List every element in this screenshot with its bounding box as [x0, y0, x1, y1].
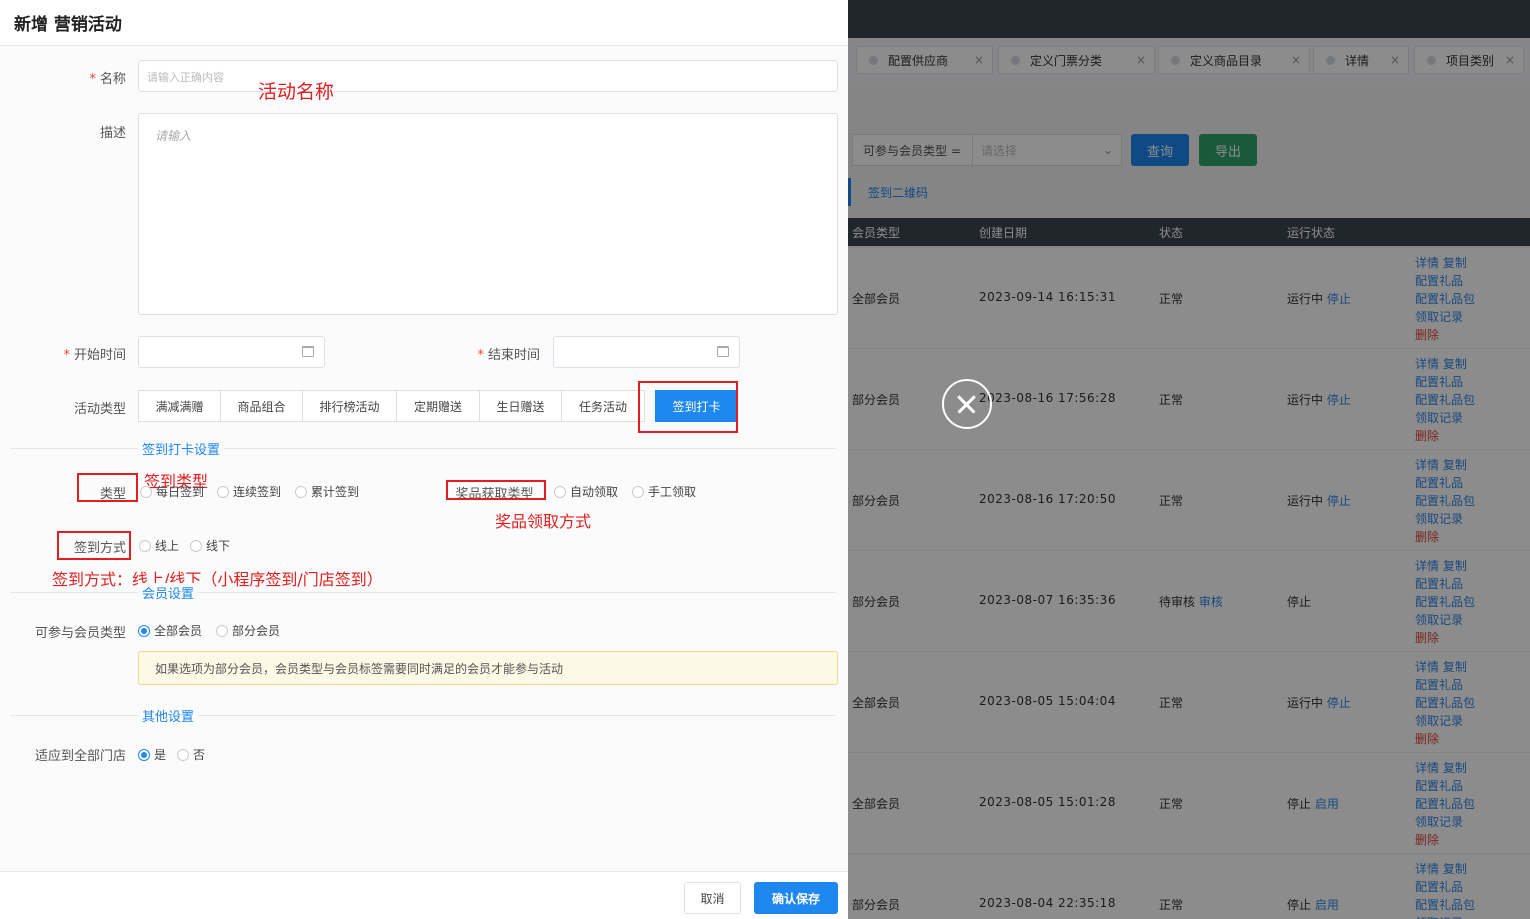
radio-circle — [216, 624, 228, 637]
radio-circle — [140, 485, 152, 498]
highlight-box-checkin — [638, 381, 738, 433]
all-stores-label: 适应到全部门店 — [34, 749, 126, 764]
name-input[interactable]: 请输入正确内容 — [138, 60, 838, 92]
radio-circle — [554, 485, 566, 498]
section-other: 其他设置 — [10, 706, 836, 725]
cancel-button[interactable]: 取消 — [684, 882, 741, 914]
section-checkin: 签到打卡设置 — [10, 439, 836, 458]
checkin-type-option-label: 累计签到 — [311, 485, 360, 499]
checkin-method-option-label: 线下 — [206, 539, 231, 553]
highlight-box-type — [77, 473, 138, 502]
radio-circle — [217, 485, 229, 498]
all-stores-option[interactable]: 否 — [177, 746, 205, 763]
checkin-type-option[interactable]: 累计签到 — [295, 483, 359, 500]
description-label: 描述 — [99, 126, 126, 141]
name-label: * 名称 — [89, 72, 126, 87]
member-type-option[interactable]: 部分会员 — [216, 622, 280, 639]
radio-circle — [138, 748, 150, 761]
member-type-option-label: 全部会员 — [154, 624, 203, 638]
radio-circle — [177, 748, 189, 761]
checkin-type-option-label: 每日签到 — [156, 485, 205, 499]
all-stores-option-label: 是 — [154, 748, 167, 762]
annotation-name: 活动名称 — [258, 81, 335, 103]
annotation-prize: 奖品领取方式 — [495, 512, 592, 531]
calendar-icon — [302, 346, 314, 357]
section-member: 会员设置 — [10, 583, 836, 602]
prize-type-option-label: 手工领取 — [648, 485, 697, 499]
prize-type-option[interactable]: 手工领取 — [632, 483, 696, 500]
end-time-label: * 结束时间 — [477, 348, 540, 363]
activity-type-option[interactable]: 商品组合 — [220, 390, 303, 422]
checkin-type-option[interactable]: 每日签到 — [140, 483, 204, 500]
activity-type-label: 活动类型 — [73, 402, 126, 417]
all-stores-option[interactable]: 是 — [138, 746, 166, 763]
start-time-label: * 开始时间 — [63, 348, 126, 363]
member-type-option-label: 部分会员 — [232, 624, 281, 638]
checkin-type-option-label: 连续签到 — [233, 485, 282, 499]
activity-type-option[interactable]: 满减满赠 — [138, 390, 221, 422]
save-button[interactable]: 确认保存 — [754, 882, 838, 914]
activity-type-option[interactable]: 排行榜活动 — [302, 390, 397, 422]
modal-overlay[interactable] — [848, 0, 1530, 919]
activity-type-option[interactable]: 定期赠送 — [396, 390, 480, 422]
activity-type-option[interactable]: 任务活动 — [561, 390, 645, 422]
radio-circle — [139, 539, 151, 552]
all-stores-option-label: 否 — [193, 748, 206, 762]
member-type-label: 可参与会员类型 — [34, 626, 126, 641]
member-type-option[interactable]: 全部会员 — [138, 622, 202, 639]
end-time-picker[interactable] — [553, 336, 740, 368]
calendar-icon — [717, 346, 729, 357]
prize-type-option[interactable]: 自动领取 — [554, 483, 618, 500]
checkin-method-option[interactable]: 线下 — [190, 537, 230, 554]
highlight-box-method — [57, 531, 131, 560]
radio-circle — [190, 539, 202, 552]
checkin-type-option[interactable]: 连续签到 — [217, 483, 281, 500]
create-activity-drawer: 新增 营销活动 * 名称 请输入正确内容 活动名称 描述 请输入 * 开始时间 * 结… — [0, 0, 848, 919]
drawer-header: 新增 营销活动 — [0, 0, 848, 46]
checkin-method-option-label: 线上 — [155, 539, 180, 553]
radio-circle — [295, 485, 307, 498]
prize-type-option-label: 自动领取 — [570, 485, 619, 499]
start-time-picker[interactable] — [138, 336, 325, 368]
radio-circle — [138, 624, 150, 637]
radio-circle — [632, 485, 644, 498]
close-icon[interactable] — [942, 379, 992, 429]
drawer-title: 新增 营销活动 — [14, 15, 122, 35]
description-textarea[interactable]: 请输入 — [138, 113, 838, 315]
member-notice: 如果选项为部分会员，会员类型与会员标签需要同时满足的会员才能参与活动 — [138, 651, 838, 685]
activity-type-option[interactable]: 生日赠送 — [479, 390, 562, 422]
checkin-method-option[interactable]: 线上 — [139, 537, 179, 554]
highlight-box-prize — [446, 480, 546, 500]
